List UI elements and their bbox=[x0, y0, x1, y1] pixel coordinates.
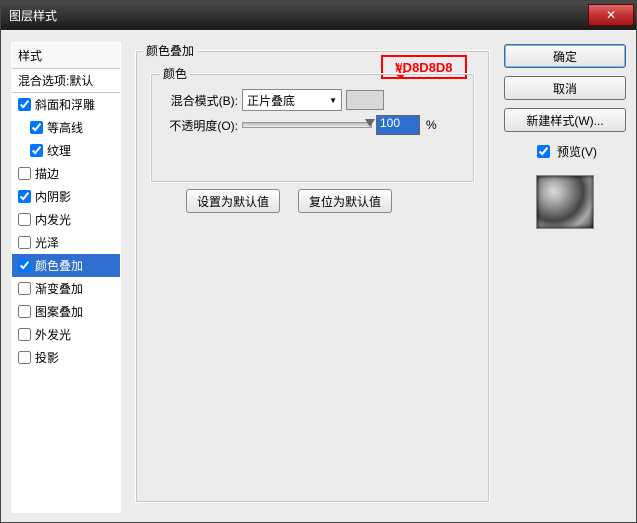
style-item-inner-glow[interactable]: 内发光 bbox=[12, 208, 120, 231]
opacity-input[interactable]: 100 bbox=[376, 115, 420, 135]
styles-panel: 样式 混合选项:默认 斜面和浮雕 等高线 纹理 bbox=[11, 42, 121, 513]
style-item-drop-shadow[interactable]: 投影 bbox=[12, 346, 120, 369]
style-label: 颜色叠加 bbox=[35, 257, 83, 274]
right-panel: 确定 取消 新建样式(W)... 预览(V) bbox=[504, 42, 626, 513]
outer-group: 颜色 #D8D8D8 ↘ 混合模式(B): 正片叠底 ▼ 不透明度(O): bbox=[135, 50, 490, 503]
styles-header: 样式 bbox=[12, 43, 120, 69]
panel-title: 颜色叠加 bbox=[143, 42, 197, 59]
main-panel: 颜色叠加 颜色 #D8D8D8 ↘ 混合模式(B): 正片叠底 ▼ bbox=[129, 42, 496, 513]
blend-mode-row: 混合模式(B): 正片叠底 ▼ bbox=[158, 89, 384, 111]
blending-options-label: 混合选项:默认 bbox=[18, 72, 93, 89]
blend-mode-value: 正片叠底 bbox=[247, 92, 295, 109]
style-item-texture[interactable]: 纹理 bbox=[12, 139, 120, 162]
styles-list: 混合选项:默认 斜面和浮雕 等高线 纹理 描边 bbox=[12, 69, 120, 512]
style-item-satin[interactable]: 光泽 bbox=[12, 231, 120, 254]
style-check-inner-glow[interactable] bbox=[18, 213, 31, 226]
style-label: 斜面和浮雕 bbox=[35, 96, 95, 113]
preview-label: 预览(V) bbox=[557, 143, 597, 160]
blend-mode-label: 混合模式(B): bbox=[158, 92, 238, 109]
style-item-stroke[interactable]: 描边 bbox=[12, 162, 120, 185]
cancel-button[interactable]: 取消 bbox=[504, 76, 626, 100]
percent-label: % bbox=[426, 118, 437, 132]
dialog-body: 样式 混合选项:默认 斜面和浮雕 等高线 纹理 bbox=[1, 30, 636, 523]
set-default-button[interactable]: 设置为默认值 bbox=[186, 189, 280, 213]
color-group-label: 颜色 bbox=[160, 65, 190, 82]
style-item-color-overlay[interactable]: 颜色叠加 bbox=[12, 254, 120, 277]
new-style-button[interactable]: 新建样式(W)... bbox=[504, 108, 626, 132]
style-check-outer-glow[interactable] bbox=[18, 328, 31, 341]
color-swatch[interactable] bbox=[346, 90, 384, 110]
default-buttons-row: 设置为默认值 复位为默认值 bbox=[186, 189, 392, 213]
preview-thumbnail bbox=[536, 175, 594, 229]
blending-options-item[interactable]: 混合选项:默认 bbox=[12, 69, 120, 93]
style-check-pattern-overlay[interactable] bbox=[18, 305, 31, 318]
style-label: 内阴影 bbox=[35, 188, 71, 205]
titlebar: 图层样式 ✕ bbox=[1, 1, 636, 30]
style-label: 渐变叠加 bbox=[35, 280, 83, 297]
style-item-inner-shadow[interactable]: 内阴影 bbox=[12, 185, 120, 208]
style-check-gradient-overlay[interactable] bbox=[18, 282, 31, 295]
style-check-color-overlay[interactable] bbox=[18, 259, 31, 272]
preview-checkbox[interactable] bbox=[537, 145, 550, 158]
reset-default-button[interactable]: 复位为默认值 bbox=[298, 189, 392, 213]
close-icon: ✕ bbox=[606, 8, 616, 22]
style-label: 描边 bbox=[35, 165, 59, 182]
chevron-down-icon: ▼ bbox=[329, 96, 337, 105]
slider-thumb-icon[interactable] bbox=[365, 119, 375, 127]
style-label: 等高线 bbox=[47, 119, 83, 136]
style-item-pattern-overlay[interactable]: 图案叠加 bbox=[12, 300, 120, 323]
style-check-contour[interactable] bbox=[30, 121, 43, 134]
style-check-texture[interactable] bbox=[30, 144, 43, 157]
style-check-bevel[interactable] bbox=[18, 98, 31, 111]
close-button[interactable]: ✕ bbox=[588, 4, 634, 26]
window-title: 图层样式 bbox=[9, 7, 588, 24]
style-label: 光泽 bbox=[35, 234, 59, 251]
opacity-row: 不透明度(O): 100 % bbox=[158, 115, 437, 135]
style-label: 投影 bbox=[35, 349, 59, 366]
blend-mode-select[interactable]: 正片叠底 ▼ bbox=[242, 89, 342, 111]
style-item-contour[interactable]: 等高线 bbox=[12, 116, 120, 139]
style-check-stroke[interactable] bbox=[18, 167, 31, 180]
ok-button[interactable]: 确定 bbox=[504, 44, 626, 68]
preview-row: 预览(V) bbox=[504, 142, 626, 161]
style-check-drop-shadow[interactable] bbox=[18, 351, 31, 364]
style-check-inner-shadow[interactable] bbox=[18, 190, 31, 203]
style-label: 图案叠加 bbox=[35, 303, 83, 320]
opacity-label: 不透明度(O): bbox=[158, 117, 238, 134]
style-label: 内发光 bbox=[35, 211, 71, 228]
style-label: 外发光 bbox=[35, 326, 71, 343]
style-label: 纹理 bbox=[47, 142, 71, 159]
style-item-gradient-overlay[interactable]: 渐变叠加 bbox=[12, 277, 120, 300]
style-item-bevel[interactable]: 斜面和浮雕 bbox=[12, 93, 120, 116]
opacity-slider[interactable] bbox=[242, 122, 372, 128]
style-item-outer-glow[interactable]: 外发光 bbox=[12, 323, 120, 346]
layer-style-dialog: 图层样式 ✕ 样式 混合选项:默认 斜面和浮雕 等高线 bbox=[0, 0, 637, 523]
style-check-satin[interactable] bbox=[18, 236, 31, 249]
